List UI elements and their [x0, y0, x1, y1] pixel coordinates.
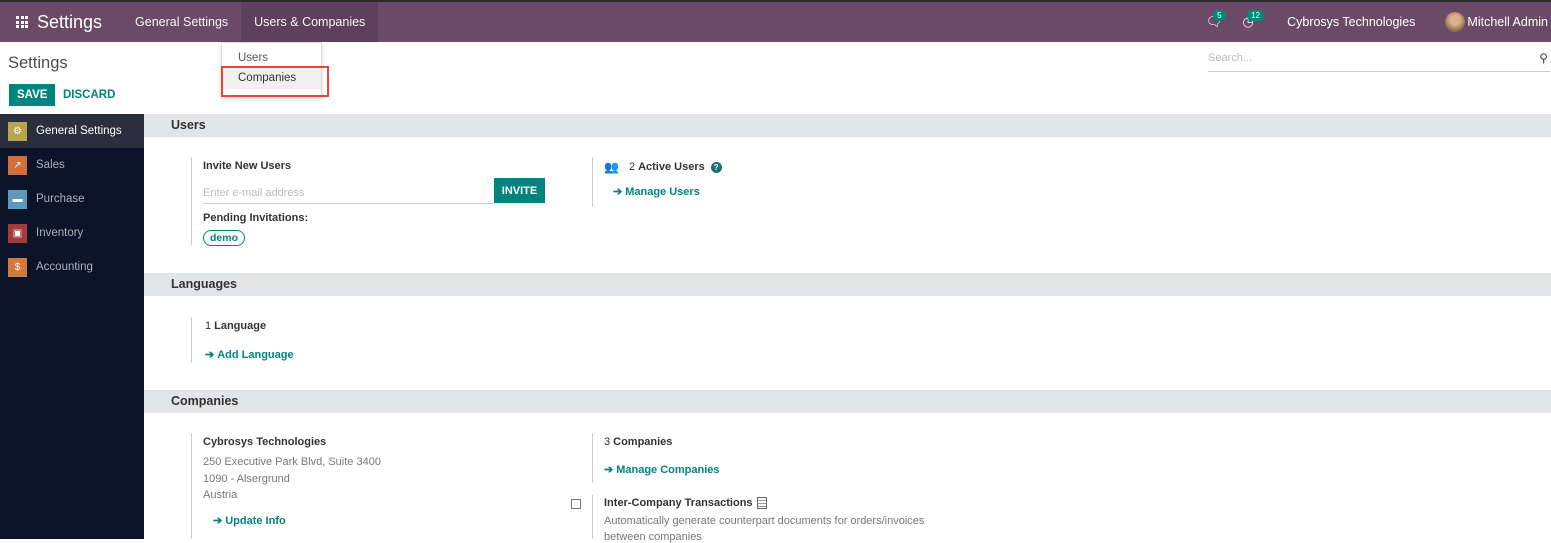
sidebar-item-accounting[interactable]: $ Accounting [0, 250, 144, 284]
manage-users-label: Manage Users [625, 185, 700, 198]
app-title[interactable]: Settings [37, 12, 102, 33]
email-input[interactable]: Enter e-mail address [203, 182, 495, 204]
active-users-label: Active Users [638, 161, 705, 173]
apps-menu-icon[interactable] [0, 2, 36, 42]
intercompany-label: Inter-Company Transactions [604, 497, 753, 509]
help-icon[interactable]: ? [710, 161, 722, 173]
update-info-label: Update Info [225, 514, 286, 527]
intercompany-box: Inter-Company Transactions Automatically… [592, 495, 992, 543]
search-icon[interactable]: ⚲ [1539, 51, 1548, 65]
add-language-label: Add Language [217, 348, 294, 361]
arrow-right-icon: ➔ [213, 515, 223, 527]
update-info-link[interactable]: ➔ Update Info [213, 514, 286, 528]
invite-button[interactable]: INVITE [494, 178, 545, 203]
user-name: Mitchell Admin [1467, 15, 1548, 29]
arrow-right-icon: ➔ [205, 349, 215, 361]
search-input[interactable]: Search... [1208, 52, 1252, 64]
sidebar-item-general-settings[interactable]: ⚙ General Settings [0, 114, 144, 148]
invite-users-box: Invite New Users Enter e-mail address IN… [191, 157, 551, 246]
sidebar-item-label: Accounting [36, 261, 93, 273]
active-users-count: 2 [628, 161, 636, 173]
credit-card-icon: ▬ [8, 189, 27, 209]
intercompany-description: Automatically generate counterpart docum… [604, 515, 925, 527]
invite-label: Invite New Users [203, 160, 292, 172]
company-info-box: Cybrosys Technologies 250 Executive Park… [191, 433, 491, 539]
save-button[interactable]: SAVE [9, 84, 56, 106]
companies-count-box: 3 Companies ➔ Manage Companies [592, 433, 792, 483]
company-name: Cybrosys Technologies [203, 436, 327, 448]
companies-count-label: Companies [613, 436, 673, 448]
arrow-right-icon: ➔ [613, 186, 623, 198]
company-address-line3: Austria [203, 489, 238, 501]
messages-button[interactable]: 🗨 5 [1197, 2, 1231, 42]
dropdown-item-users[interactable]: Users [222, 52, 321, 64]
sidebar-item-label: Purchase [36, 193, 85, 205]
language-count: 1 [205, 320, 212, 332]
building-icon [756, 497, 767, 509]
section-header-companies: Companies [144, 390, 1551, 413]
top-navbar: Settings General Settings Users & Compan… [0, 0, 1551, 42]
sidebar-item-sales[interactable]: ↗ Sales [0, 148, 144, 182]
dollar-document-icon: $ [8, 257, 27, 277]
companies-count: 3 [604, 436, 611, 448]
search-box[interactable]: Search... ⚲ [1208, 50, 1550, 72]
sidebar-item-label: General Settings [36, 125, 122, 137]
company-address-line2: 1090 - Alsergrund [203, 473, 290, 485]
settings-sidebar: ⚙ General Settings ↗ Sales ▬ Purchase ▣ … [0, 114, 144, 539]
manage-users-link[interactable]: ➔ Manage Users [613, 185, 700, 199]
pending-invitations-label: Pending Invitations: [203, 212, 309, 224]
add-language-link[interactable]: ➔ Add Language [205, 348, 294, 362]
activities-badge: 12 [1247, 10, 1264, 21]
avatar [1445, 12, 1466, 32]
active-users-box: 👥 2 Active Users ? ➔ Manage Users [592, 157, 792, 207]
intercompany-description-2: between companies [604, 531, 702, 543]
menu-users-companies[interactable]: Users & Companies [241, 2, 379, 42]
discard-button[interactable]: DISCARD [63, 89, 115, 101]
gear-icon: ⚙ [8, 121, 27, 141]
company-switcher[interactable]: Cybrosys Technologies [1287, 15, 1415, 29]
manage-companies-link[interactable]: ➔ Manage Companies [604, 463, 720, 477]
messages-badge: 5 [1213, 10, 1226, 21]
pending-invitation-tag[interactable]: demo [203, 230, 246, 246]
section-header-users: Users [144, 114, 1551, 137]
sidebar-item-label: Sales [36, 159, 65, 171]
user-menu[interactable]: Mitchell Admin [1445, 12, 1548, 32]
languages-box: 1 Language ➔ Add Language [191, 317, 391, 363]
language-label: Language [214, 320, 267, 332]
sidebar-item-label: Inventory [36, 227, 84, 239]
section-header-languages: Languages [144, 273, 1551, 296]
activities-button[interactable]: ◷ 12 [1231, 2, 1265, 42]
menu-general-settings[interactable]: General Settings [122, 2, 241, 42]
users-icon: 👥 [604, 160, 619, 174]
highlight-annotation [221, 66, 329, 97]
intercompany-checkbox[interactable] [571, 499, 581, 509]
manage-companies-label: Manage Companies [616, 463, 720, 476]
boxes-icon: ▣ [8, 223, 27, 243]
sidebar-item-inventory[interactable]: ▣ Inventory [0, 216, 144, 250]
company-address-line1: 250 Executive Park Blvd, Suite 3400 [203, 456, 381, 468]
page-title: Settings [8, 54, 68, 72]
sidebar-item-purchase[interactable]: ▬ Purchase [0, 182, 144, 216]
settings-content: Users Invite New Users Enter e-mail addr… [144, 114, 1551, 543]
chart-icon: ↗ [8, 155, 27, 175]
arrow-right-icon: ➔ [604, 464, 614, 476]
